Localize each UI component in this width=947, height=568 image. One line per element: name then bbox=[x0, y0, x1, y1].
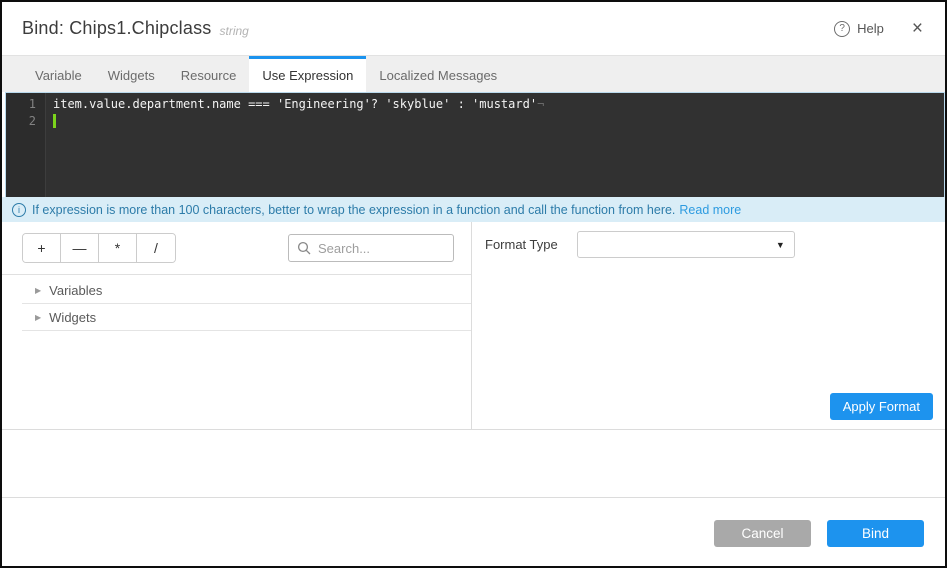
format-type-label: Format Type bbox=[485, 237, 558, 252]
help-icon: ? bbox=[834, 21, 850, 37]
tab-use-expression[interactable]: Use Expression bbox=[249, 56, 366, 92]
help-button[interactable]: ? Help bbox=[834, 21, 884, 37]
format-panel: Format Type ▼ Apply Format bbox=[472, 222, 945, 429]
tab-variable[interactable]: Variable bbox=[22, 56, 95, 92]
type-badge: string bbox=[220, 24, 249, 38]
line-number: 2 bbox=[6, 113, 36, 130]
operator-button-group: + — * / bbox=[22, 233, 176, 263]
info-bar: i If expression is more than 100 charact… bbox=[2, 197, 945, 222]
dropdown-arrow-icon: ▼ bbox=[776, 240, 785, 250]
expression-code-editor[interactable]: 1 2 item.value.department.name === 'Engi… bbox=[5, 92, 945, 197]
close-icon[interactable]: × bbox=[908, 17, 927, 40]
bind-dialog: Bind: Chips1.Chipclass string ? Help × V… bbox=[0, 0, 947, 568]
format-type-dropdown[interactable]: ▼ bbox=[577, 231, 795, 258]
line-number-gutter: 1 2 bbox=[6, 93, 46, 197]
dialog-header: Bind: Chips1.Chipclass string ? Help × bbox=[2, 2, 945, 55]
plus-operator-button[interactable]: + bbox=[23, 234, 61, 262]
tree-item-widgets[interactable]: ▶ Widgets bbox=[22, 304, 471, 330]
divide-operator-button[interactable]: / bbox=[137, 234, 175, 262]
cancel-button[interactable]: Cancel bbox=[714, 520, 811, 547]
code-area: item.value.department.name === 'Engineer… bbox=[46, 93, 944, 197]
minus-operator-button[interactable]: — bbox=[61, 234, 99, 262]
text-cursor bbox=[53, 114, 56, 128]
expression-helper-panel: + — * / ▶ Variables bbox=[2, 222, 472, 429]
operator-toolbar: + — * / bbox=[2, 222, 471, 274]
tab-resource[interactable]: Resource bbox=[168, 56, 250, 92]
apply-format-button[interactable]: Apply Format bbox=[830, 393, 933, 420]
read-more-link[interactable]: Read more bbox=[679, 203, 741, 217]
code-line-2 bbox=[53, 113, 944, 130]
tree-item-label: Widgets bbox=[49, 310, 96, 325]
binding-source-tree: ▶ Variables ▶ Widgets bbox=[2, 274, 471, 429]
tab-bar: Variable Widgets Resource Use Expression… bbox=[2, 55, 945, 92]
chevron-right-icon: ▶ bbox=[35, 286, 41, 295]
help-label: Help bbox=[857, 21, 884, 36]
info-message: If expression is more than 100 character… bbox=[32, 203, 675, 217]
line-number: 1 bbox=[6, 96, 36, 113]
dialog-footer: Cancel Bind bbox=[2, 497, 945, 566]
page-title: Bind: Chips1.Chipclass bbox=[22, 18, 212, 39]
main-panels: + — * / ▶ Variables bbox=[2, 222, 945, 430]
chevron-right-icon: ▶ bbox=[35, 313, 41, 322]
empty-area bbox=[2, 430, 945, 497]
expression-text: item.value.department.name === 'Engineer… bbox=[53, 97, 537, 111]
tab-localized-messages[interactable]: Localized Messages bbox=[366, 56, 510, 92]
tab-widgets[interactable]: Widgets bbox=[95, 56, 168, 92]
bind-button[interactable]: Bind bbox=[827, 520, 924, 547]
tree-item-variables[interactable]: ▶ Variables bbox=[22, 277, 471, 303]
code-line-1: item.value.department.name === 'Engineer… bbox=[53, 96, 944, 113]
multiply-operator-button[interactable]: * bbox=[99, 234, 137, 262]
tree-item-label: Variables bbox=[49, 283, 102, 298]
eol-marker: ¬ bbox=[537, 97, 544, 111]
info-icon: i bbox=[12, 203, 26, 217]
search-icon bbox=[297, 241, 311, 255]
search-input[interactable] bbox=[318, 241, 445, 256]
search-field bbox=[288, 234, 454, 262]
